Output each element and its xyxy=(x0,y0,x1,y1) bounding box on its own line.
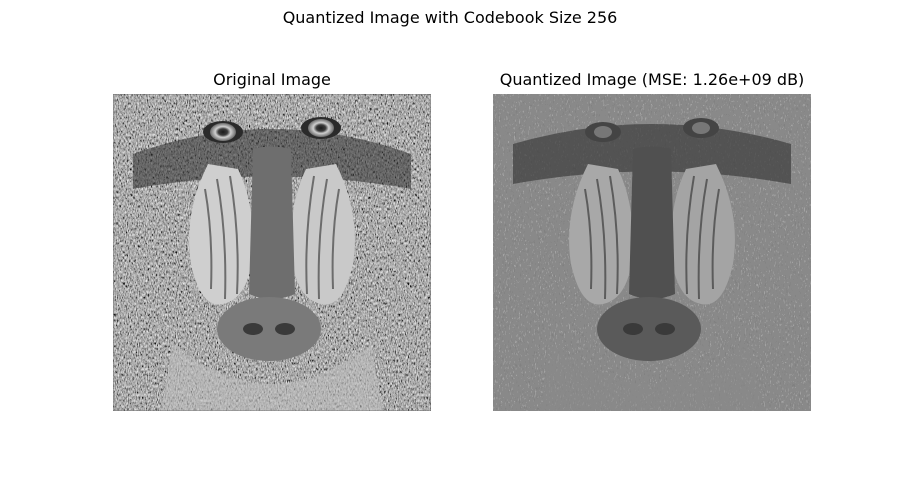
original-image-title: Original Image xyxy=(213,70,331,89)
figure-title: Quantized Image with Codebook Size 256 xyxy=(282,8,618,27)
original-image-canvas xyxy=(113,94,431,411)
quantized-image-title: Quantized Image (MSE: 1.26e+09 dB) xyxy=(499,70,805,89)
quantized-image xyxy=(493,94,811,411)
quantized-image-canvas xyxy=(493,94,811,411)
original-image xyxy=(113,94,431,411)
